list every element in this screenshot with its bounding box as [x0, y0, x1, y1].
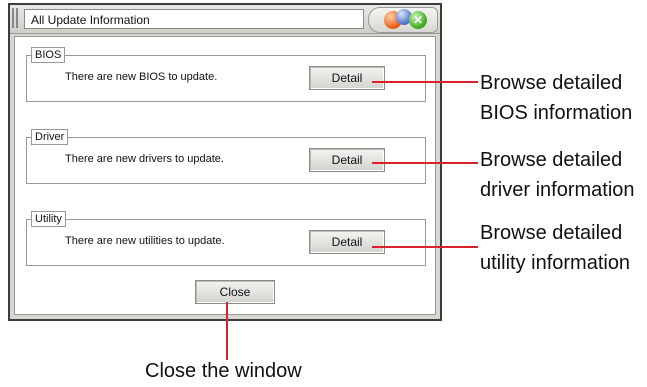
- utility-message: There are new utilities to update.: [65, 235, 225, 247]
- utility-callout-line: [372, 246, 478, 248]
- close-window-icon[interactable]: ✕: [409, 11, 427, 29]
- bios-group-label: BIOS: [31, 47, 66, 63]
- driver-callout: Browse detailed driver information: [480, 145, 635, 205]
- utility-callout-line2: utility information: [480, 252, 631, 274]
- bios-callout-line: [372, 81, 478, 83]
- driver-callout-line: [372, 162, 478, 164]
- bios-detail-button[interactable]: Detail: [309, 66, 385, 90]
- utility-detail-button[interactable]: Detail: [309, 230, 385, 254]
- bios-message: There are new BIOS to update.: [65, 71, 218, 83]
- driver-group-label: Driver: [31, 129, 69, 145]
- title-bar[interactable]: All Update Information ✕: [10, 5, 440, 34]
- driver-group: Driver There are new drivers to update. …: [26, 129, 426, 184]
- utility-callout-line1: Browse detailed: [480, 222, 623, 244]
- driver-detail-button[interactable]: Detail: [309, 148, 385, 172]
- content-panel: BIOS There are new BIOS to update. Detai…: [14, 36, 436, 315]
- close-button[interactable]: Close: [195, 280, 275, 304]
- close-callout: Close the window: [145, 360, 302, 382]
- bios-callout-line1: Browse detailed: [480, 72, 623, 94]
- utility-group-label: Utility: [31, 211, 66, 227]
- window-title: All Update Information: [24, 9, 364, 29]
- bios-callout: Browse detailed BIOS information: [480, 68, 632, 128]
- driver-message: There are new drivers to update.: [65, 153, 224, 165]
- drag-handle-icon[interactable]: [12, 8, 18, 28]
- driver-callout-line1: Browse detailed: [480, 149, 623, 171]
- close-callout-line: [226, 302, 228, 360]
- utility-group: Utility There are new utilities to updat…: [26, 211, 426, 266]
- utility-callout: Browse detailed utility information: [480, 218, 630, 278]
- driver-callout-line2: driver information: [480, 179, 635, 201]
- window-controls: ✕: [368, 7, 438, 33]
- bios-callout-line2: BIOS information: [480, 102, 633, 124]
- bios-group: BIOS There are new BIOS to update. Detai…: [26, 47, 426, 102]
